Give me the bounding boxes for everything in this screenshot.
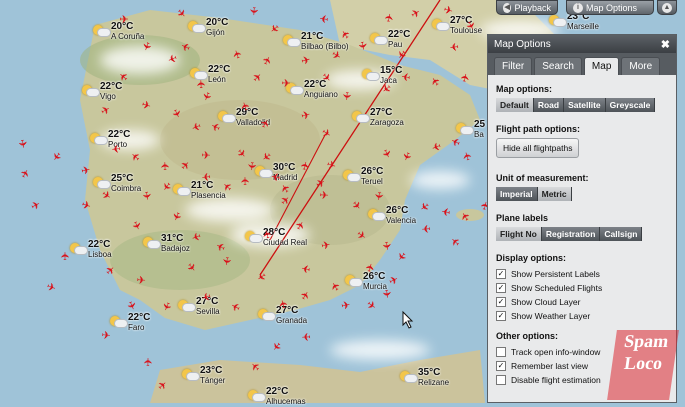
checkbox-checked-icon[interactable]: ✓ [496,283,506,293]
plane-icon[interactable]: ✈ [160,160,172,172]
cloud [410,171,470,189]
map-type-road[interactable]: Road [533,98,565,112]
rewind-icon: ◀ [503,2,512,13]
plane-icon[interactable]: ✈ [379,287,392,300]
playback-label: Playback [514,2,551,13]
tab-filter[interactable]: Filter [494,57,533,75]
plane-icon[interactable]: ✈ [339,299,353,313]
collapse-button[interactable]: ▲ [657,0,677,15]
display-option[interactable]: ✓ Show Weather Layer [496,309,668,323]
checkbox-unchecked-icon[interactable] [496,375,506,385]
plane-icon[interactable]: ✈ [399,69,413,83]
plane-label-selector: Flight No Registration Callsign [496,227,668,241]
checkbox-unchecked-icon[interactable] [496,347,506,357]
checkbox-label: Remember last view [511,361,588,371]
plane-icon[interactable]: ✈ [139,189,153,203]
checkbox-checked-icon[interactable]: ✓ [496,361,506,371]
display-option[interactable]: ✓ Show Cloud Layer [496,295,668,309]
plane-icon[interactable]: ✈ [383,11,397,25]
map-options-button[interactable]: i Map Options [566,0,654,15]
plane-icon[interactable]: ✈ [280,78,292,90]
map-options-label: Map Options [586,2,638,13]
plane-icon[interactable]: ✈ [339,89,353,102]
cloud [185,198,275,222]
panel-tabs: Filter Search Map More [488,53,676,75]
plane-icon[interactable]: ✈ [99,329,112,343]
plane-icon[interactable]: ✈ [371,189,384,202]
watermark-line: Spam [622,331,670,351]
plane-icon[interactable]: ✈ [317,11,331,25]
hide-flightpaths-button[interactable]: Hide all flightpaths [496,138,580,158]
checkbox-label: Track open info-window [511,347,601,357]
plane-label-flight-no[interactable]: Flight No [496,227,542,241]
checkbox-checked-icon[interactable]: ✓ [496,269,506,279]
checkbox-label: Show Persistent Labels [511,269,600,279]
flight-path-heading: Flight path options: [496,124,580,134]
plane-icon[interactable]: ✈ [247,5,260,18]
map-type-satellite[interactable]: Satellite [564,98,606,112]
plane-labels-heading: Plane labels [496,213,549,223]
plane-icon[interactable]: ✈ [240,175,252,187]
plane-icon[interactable]: ✈ [439,204,453,218]
display-option[interactable]: ✓ Show Persistent Labels [496,267,668,281]
plane-icon[interactable]: ✈ [135,275,148,288]
map-type-default[interactable]: Default [496,98,534,112]
checkbox-label: Show Cloud Layer [511,297,581,307]
tab-search[interactable]: Search [534,57,582,75]
checkbox-label: Disable flight estimation [511,375,601,385]
plane-icon[interactable]: ✈ [143,356,155,368]
plane-icon[interactable]: ✈ [318,190,331,203]
display-options-heading: Display options: [496,253,567,263]
map-type-selector: Default Road Satellite Greyscale [496,98,668,112]
plane-label-registration[interactable]: Registration [541,227,601,241]
cloud [330,340,430,360]
plane-icon[interactable]: ✈ [319,239,333,253]
close-icon[interactable]: ✖ [661,38,670,51]
chevron-up-icon: ▲ [662,2,672,13]
unit-imperial[interactable]: Imperial [496,187,538,201]
info-icon: i [573,2,583,13]
unit-metric[interactable]: Metric [537,187,572,201]
plane-icon[interactable]: ✈ [269,169,283,183]
plane-icon[interactable]: ✈ [244,159,258,172]
plane-icon[interactable]: ✈ [109,141,122,155]
checkbox-label: Show Scheduled Flights [511,283,603,293]
checkbox-label: Show Weather Layer [511,311,591,321]
plane-icon[interactable]: ✈ [379,239,393,253]
plane-icon[interactable]: ✈ [300,330,313,343]
display-option[interactable]: ✓ Show Scheduled Flights [496,281,668,295]
plane-icon[interactable]: ✈ [447,39,460,52]
plane-icon[interactable]: ✈ [355,39,369,53]
plane-icon[interactable]: ✈ [420,222,433,235]
plane-icon[interactable]: ✈ [219,254,233,268]
plane-icon[interactable]: ✈ [15,137,29,151]
playback-button[interactable]: ◀ Playback [496,0,558,15]
checkbox-checked-icon[interactable]: ✓ [496,311,506,321]
unit-heading: Unit of measurement: [496,173,589,183]
checkbox-checked-icon[interactable]: ✓ [496,297,506,307]
tab-more[interactable]: More [621,57,661,75]
plane-icon[interactable]: ✈ [299,261,313,275]
plane-icon[interactable]: ✈ [60,250,72,262]
plane-label-callsign[interactable]: Callsign [600,227,643,241]
watermark-logo: Spam Loco [607,330,679,400]
tab-map[interactable]: Map [583,57,620,75]
map-type-greyscale[interactable]: Greyscale [605,98,656,112]
plane-icon[interactable]: ✈ [199,169,212,183]
plane-icon[interactable]: ✈ [200,150,212,162]
plane-icon[interactable]: ✈ [118,14,130,26]
panel-header: Map Options ✖ [488,35,676,53]
map-options-heading: Map options: [496,84,552,94]
unit-selector: Imperial Metric [496,187,668,201]
panel-title: Map Options [494,38,551,50]
watermark-line: Loco [622,353,664,373]
